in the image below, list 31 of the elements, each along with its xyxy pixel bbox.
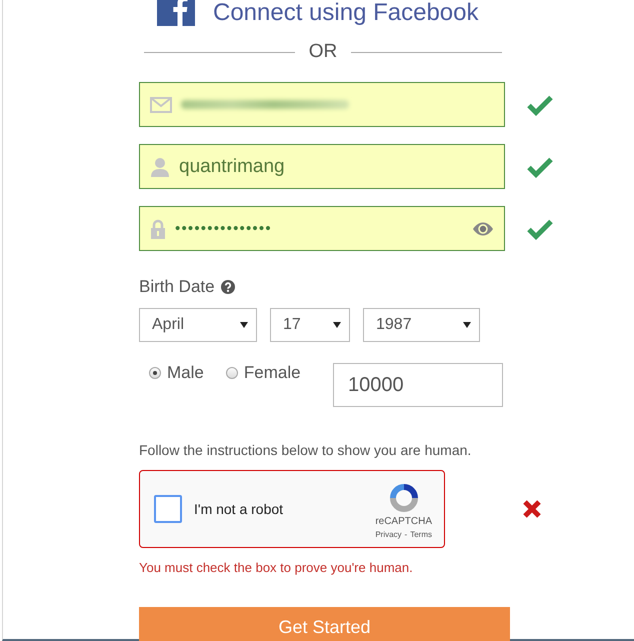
day-select[interactable]: 17: [270, 308, 350, 342]
radio-label[interactable]: Female: [244, 363, 301, 383]
username-field[interactable]: quantrimang: [139, 144, 505, 189]
separator-text: -: [404, 529, 408, 540]
radio-label[interactable]: Male: [167, 363, 204, 383]
radio-button[interactable]: [226, 367, 238, 379]
checkbox[interactable]: [154, 495, 182, 523]
email-field[interactable]: [139, 82, 505, 127]
caret-icon: [333, 322, 341, 328]
input-field[interactable]: 10000: [333, 363, 503, 407]
password-field[interactable]: •••••••••••••••: [139, 206, 505, 251]
help-icon: [220, 280, 235, 294]
birth-date-label: Birth Date: [139, 277, 215, 297]
month-select[interactable]: April: [139, 308, 257, 342]
instruction-text: Follow the instructions below to show you are human.: [139, 441, 472, 459]
terms-link[interactable]: Terms: [410, 529, 432, 540]
person-icon: [150, 156, 170, 176]
lock-icon: [150, 218, 166, 238]
captcha-brand-text: reCAPTCHA: [375, 515, 432, 528]
year-select[interactable]: 1987: [363, 308, 480, 342]
checkbox-label: I'm not a robot: [194, 501, 284, 517]
facebook-link[interactable]: Connect using Facebook: [213, 0, 478, 26]
divider-label: OR: [308, 42, 338, 62]
radio-button[interactable]: [149, 367, 161, 379]
envelope-icon: [150, 96, 172, 112]
caret-icon: [463, 322, 471, 328]
privacy-link[interactable]: Privacy: [375, 529, 402, 540]
captcha-logo-icon: [388, 482, 420, 514]
error-message: You must check the box to prove you're human.: [139, 559, 413, 577]
eye-icon: [472, 222, 494, 236]
caret-icon: [240, 322, 248, 328]
